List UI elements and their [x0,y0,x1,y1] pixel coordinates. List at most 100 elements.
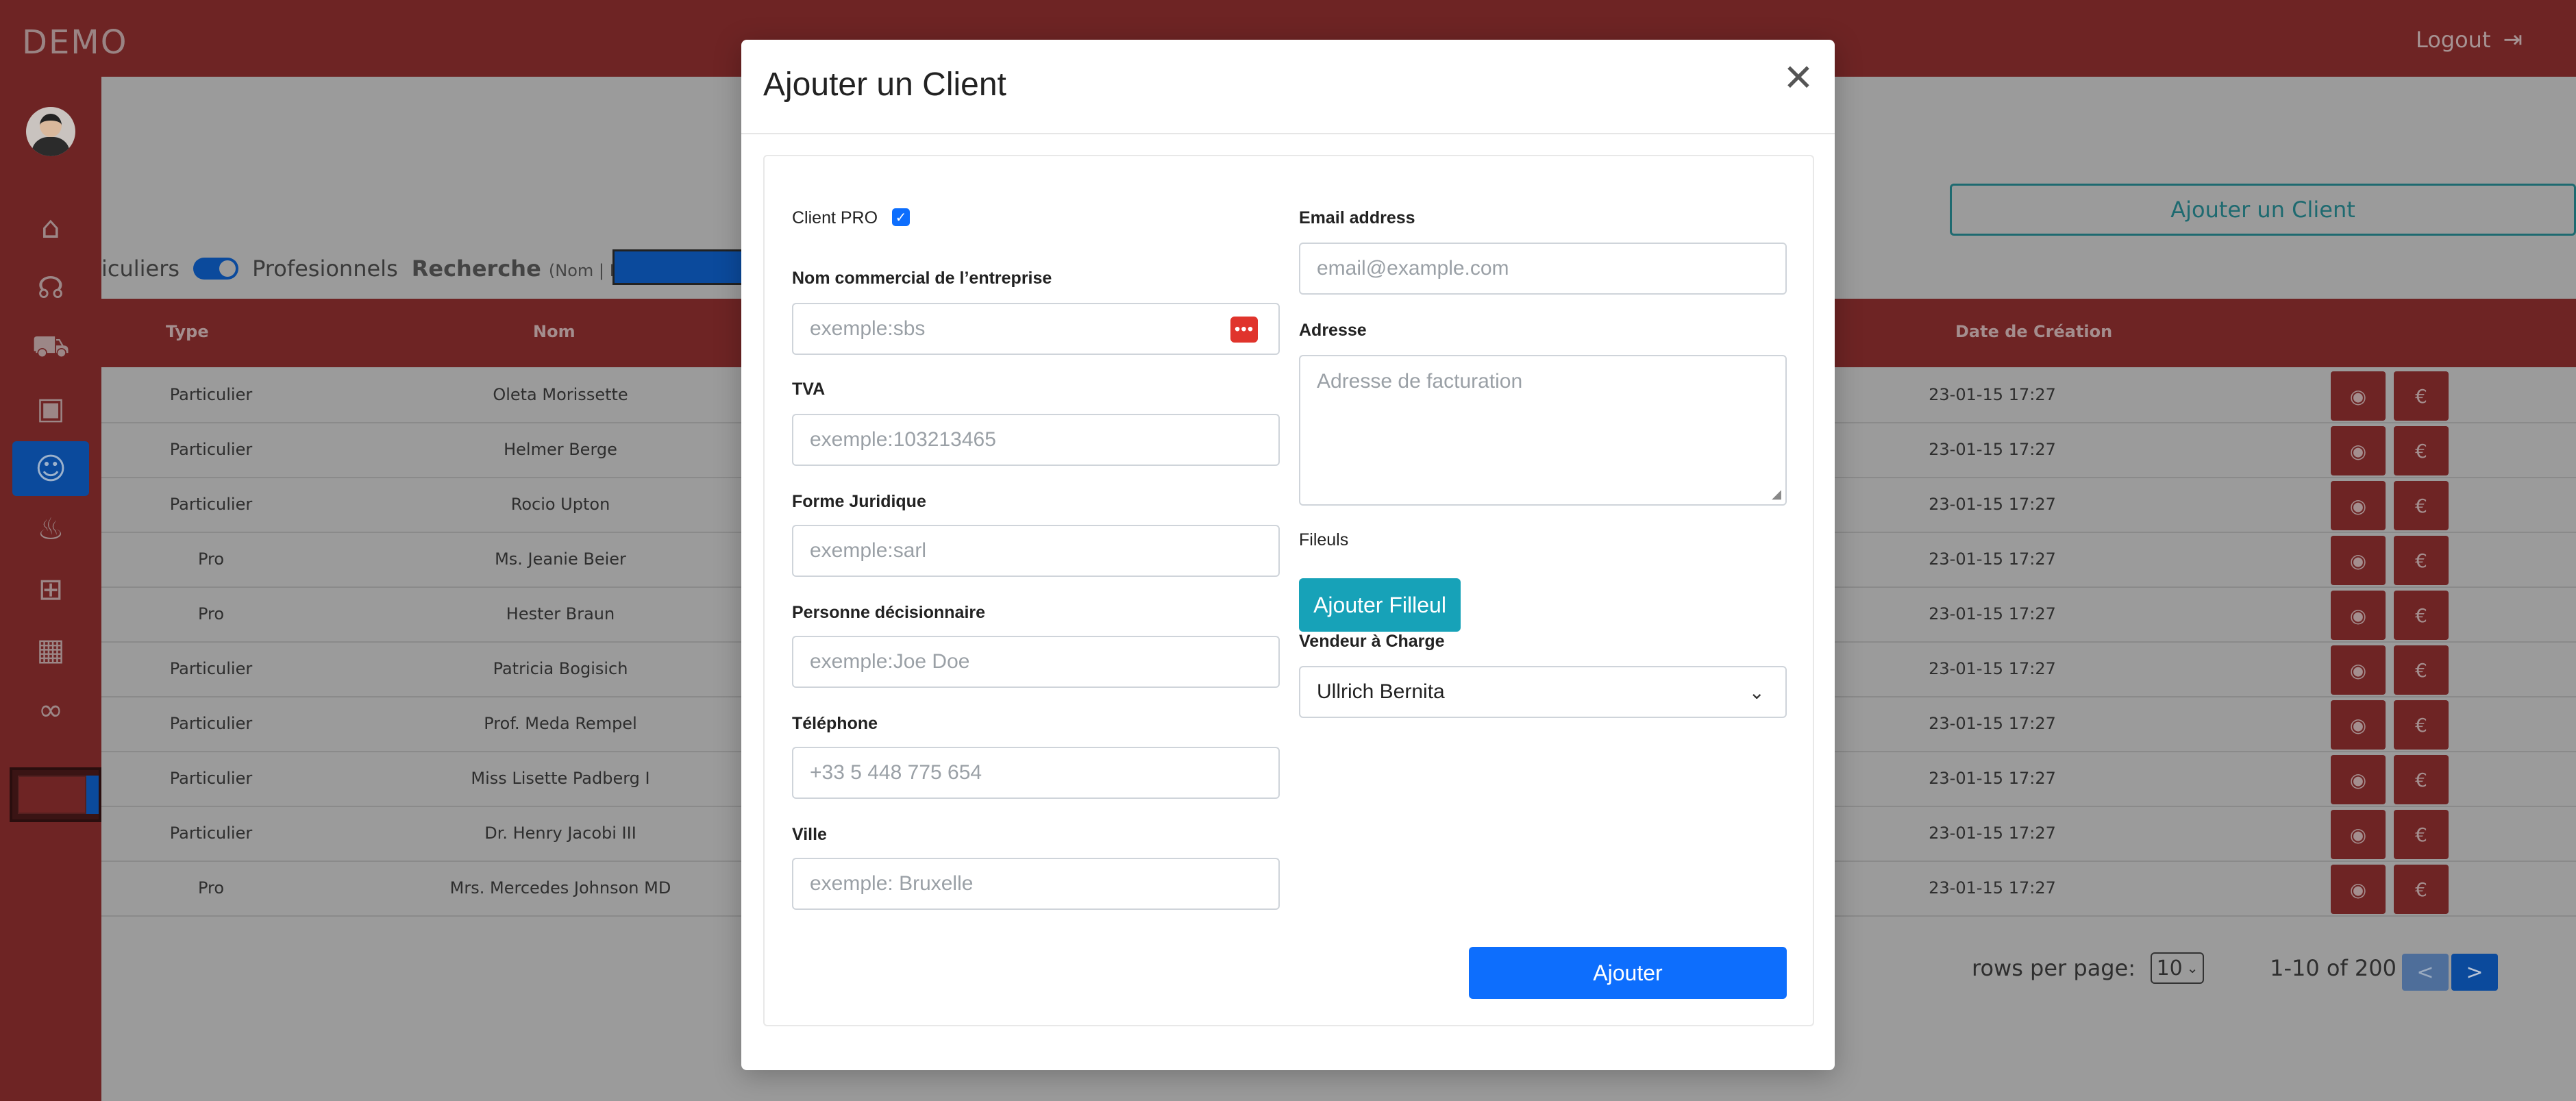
hand-coins-icon[interactable]: ♨ [12,502,89,556]
tva-label: TVA [792,380,826,399]
boxes-icon[interactable]: ⊞ [12,562,89,617]
cell-type: Particulier [169,495,253,514]
rows-per-page-label: rows per page: [1972,955,2136,981]
close-icon[interactable]: ✕ [1781,56,1816,99]
cell-name: Helmer Berge [504,440,617,459]
add-client-modal: Ajouter un Client ✕ Client PRO ✓ Nom com… [741,40,1835,1070]
view-icon[interactable]: ◉ [2331,700,2386,750]
filter-particuliers-label: iculiers [101,256,180,282]
tva-input[interactable]: exemple:103213465 [792,414,1280,466]
password-manager-icon[interactable]: ••• [1230,317,1258,343]
seller-select[interactable]: Ullrich Bernita ⌄ [1299,666,1787,718]
cell-name: Mrs. Mercedes Johnson MD [449,878,671,898]
sidebar: ⌂ ☊ ⛟ ▣ ☺ ♨ ⊞ ▦ ∞ [0,77,101,1101]
client-type-toggle[interactable] [193,258,239,280]
cell-name: Oleta Morissette [493,385,628,404]
cell-name: Patricia Bogisich [493,659,628,678]
submit-button[interactable]: Ajouter [1469,947,1787,999]
headset-icon[interactable]: ☊ [12,260,89,315]
cell-type: Pro [197,878,225,898]
add-fileul-button[interactable]: Ajouter Filleul [1299,578,1461,632]
view-icon[interactable]: ◉ [2331,371,2386,421]
cell-type: Particulier [169,824,253,843]
building-icon[interactable]: ▦ [12,622,89,677]
euro-icon[interactable]: € [2394,481,2449,530]
cell-type: Pro [197,549,225,569]
cell-name: Miss Lisette Padberg I [471,769,650,788]
cell-date: 23-01-15 17:27 [1929,714,2056,733]
cell-type: Particulier [169,440,253,459]
next-page-button[interactable]: > [2451,954,2498,991]
address-textarea[interactable]: Adresse de facturation ◢ [1299,355,1787,506]
euro-icon[interactable]: € [2394,755,2449,804]
logout-link[interactable]: Logout ⇥ [2416,26,2523,53]
view-icon[interactable]: ◉ [2331,810,2386,859]
brand-logo: DEMO [22,23,128,62]
cell-date: 23-01-15 17:27 [1929,878,2056,898]
view-icon[interactable]: ◉ [2331,536,2386,585]
cell-type: Particulier [169,714,253,733]
euro-icon[interactable]: € [2394,865,2449,914]
handshake-icon[interactable]: ∞ [12,682,89,737]
cell-date: 23-01-15 17:27 [1929,604,2056,623]
cell-date: 23-01-15 17:27 [1929,659,2056,678]
cell-date: 23-01-15 17:27 [1929,824,2056,843]
cell-date: 23-01-15 17:27 [1929,440,2056,459]
phone-label: Téléphone [792,714,878,733]
logout-icon: ⇥ [2503,26,2523,53]
client-pro-checkbox[interactable]: ✓ [892,208,910,226]
euro-icon[interactable]: € [2394,591,2449,640]
add-client-button[interactable]: Ajouter un Client [1950,184,2576,236]
company-name-label: Nom commercial de l’entreprise [792,269,1052,288]
email-input[interactable]: email@example.com [1299,243,1787,295]
view-icon[interactable]: ◉ [2331,755,2386,804]
euro-icon[interactable]: € [2394,536,2449,585]
prev-page-button[interactable]: < [2402,954,2449,991]
client-pro-label: Client PRO [792,208,878,227]
cell-date: 23-01-15 17:27 [1929,549,2056,569]
cell-type: Particulier [169,385,253,404]
view-icon[interactable]: ◉ [2331,426,2386,475]
cell-name: Hester Braun [506,604,615,623]
cell-name: Ms. Jeanie Beier [495,549,626,569]
decision-maker-input[interactable]: exemple:Joe Doe [792,636,1280,688]
cell-type: Particulier [169,769,253,788]
modal-header: Ajouter un Client ✕ [741,40,1835,134]
chevron-down-icon: ⌄ [1748,681,1765,703]
home-icon[interactable]: ⌂ [12,200,89,255]
sidebar-toggle-widget[interactable] [10,767,101,822]
contacts-icon[interactable]: ☺ [12,441,89,496]
cell-name: Rocio Upton [510,495,610,514]
fileuls-label: Fileuls [1299,530,1349,549]
euro-icon[interactable]: € [2394,700,2449,750]
phone-input[interactable]: +33 5 448 775 654 [792,747,1280,799]
view-icon[interactable]: ◉ [2331,591,2386,640]
company-name-input[interactable]: exemple:sbs ••• [792,303,1280,355]
euro-icon[interactable]: € [2394,426,2449,475]
pagination: rows per page: 10 ⌄ 1-10 of 200 [1972,952,2397,984]
cart-icon[interactable]: ⛟ [12,321,89,375]
cell-date: 23-01-15 17:27 [1929,495,2056,514]
cell-date: 23-01-15 17:27 [1929,385,2056,404]
search-input[interactable] [612,249,750,285]
cell-type: Particulier [169,659,253,678]
city-input[interactable]: exemple: Bruxelle [792,858,1280,910]
modal-title: Ajouter un Client [763,66,1006,103]
cell-name: Prof. Meda Rempel [484,714,637,733]
avatar[interactable] [26,107,75,156]
column-header-date: Date de Création [1955,322,2113,341]
ticket-icon[interactable]: ▣ [12,381,89,436]
euro-icon[interactable]: € [2394,810,2449,859]
euro-icon[interactable]: € [2394,371,2449,421]
view-icon[interactable]: ◉ [2331,865,2386,914]
euro-icon[interactable]: € [2394,645,2449,695]
city-label: Ville [792,825,827,844]
column-header-type: Type [166,322,209,341]
resize-handle-icon[interactable]: ◢ [1772,487,1781,502]
legal-form-input[interactable]: exemple:sarl [792,525,1280,577]
client-form: Client PRO ✓ Nom commercial de l’entrepr… [763,155,1814,1026]
view-icon[interactable]: ◉ [2331,481,2386,530]
rows-per-page-select[interactable]: 10 ⌄ [2151,952,2205,984]
view-icon[interactable]: ◉ [2331,645,2386,695]
cell-date: 23-01-15 17:27 [1929,769,2056,788]
